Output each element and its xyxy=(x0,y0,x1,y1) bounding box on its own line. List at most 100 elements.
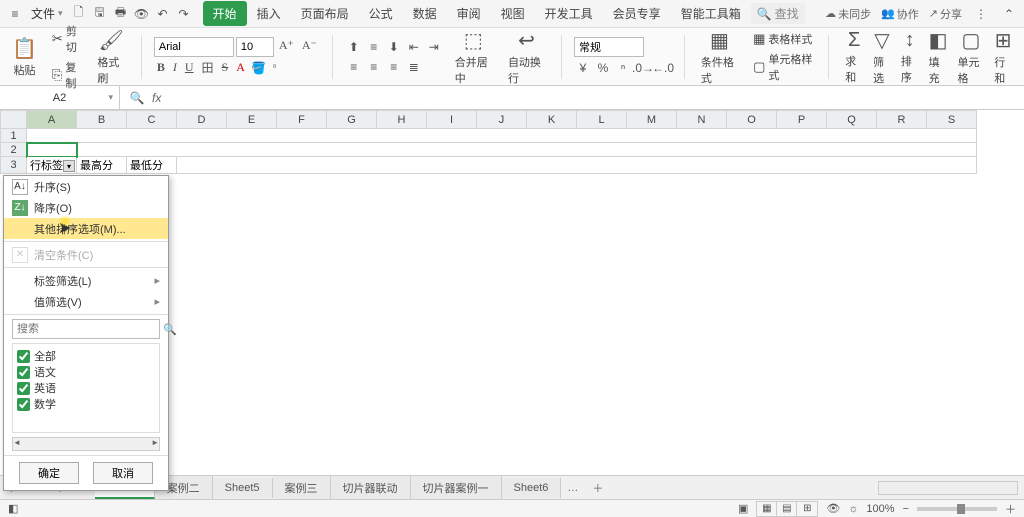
wrap-button[interactable]: ↩自动换行 xyxy=(504,26,549,88)
bold-icon[interactable]: B xyxy=(154,59,168,77)
font-size-input[interactable] xyxy=(236,37,274,57)
font-color-icon[interactable]: A xyxy=(233,59,248,77)
sheet-tab-4[interactable]: 切片器联动 xyxy=(331,476,411,500)
value-filter-item[interactable]: 值筛选(V) ▸ xyxy=(4,291,168,312)
row-header-3[interactable]: 3 xyxy=(1,157,27,174)
sheet-tab-2[interactable]: Sheet5 xyxy=(213,478,273,498)
col-header-c[interactable]: C xyxy=(127,111,177,129)
filter-check-all[interactable]: 全部 xyxy=(17,348,155,364)
sort-asc-item[interactable]: A↓ 升序(S) xyxy=(4,176,168,197)
tab-insert[interactable]: 插入 xyxy=(247,1,291,26)
cell-style-button[interactable]: ▢单元格样式 xyxy=(750,50,816,84)
merge-button[interactable]: ⬚合并居中 xyxy=(451,26,496,88)
format-painter-button[interactable]: 🖌格式刷 xyxy=(93,26,129,88)
sheet-hscroll[interactable] xyxy=(878,481,1018,495)
align-left-icon[interactable]: ≡ xyxy=(345,58,363,76)
cut-button[interactable]: ✂剪切 xyxy=(49,22,85,56)
tab-layout[interactable]: 页面布局 xyxy=(291,1,359,26)
name-box[interactable]: A2 xyxy=(0,86,120,109)
justify-icon[interactable]: ≣ xyxy=(405,58,423,76)
decrease-font-icon[interactable]: A⁻ xyxy=(299,37,320,55)
zoom-label[interactable]: 100% xyxy=(866,503,894,515)
align-bot-icon[interactable]: ⬇ xyxy=(385,38,403,56)
sheet-tab-6[interactable]: Sheet6 xyxy=(502,478,562,498)
more-sort-item[interactable]: 其他排序选项(M)... xyxy=(4,218,168,239)
filter-check-1[interactable]: 英语 xyxy=(17,380,155,396)
comma-icon[interactable]: ⁿ xyxy=(614,59,632,77)
increase-font-icon[interactable]: A⁺ xyxy=(276,37,297,55)
save-icon[interactable]: 🖫 xyxy=(91,5,109,23)
col-header-n[interactable]: N xyxy=(677,111,727,129)
col-header-i[interactable]: I xyxy=(427,111,477,129)
border-icon[interactable]: 田 xyxy=(199,59,217,77)
view-normal-icon[interactable]: ▦ xyxy=(757,502,777,516)
zoom-icon[interactable]: 🔍 xyxy=(128,89,146,107)
col-header-g[interactable]: G xyxy=(327,111,377,129)
sheet-more-right[interactable]: … xyxy=(561,482,584,494)
row-header-2[interactable]: 2 xyxy=(1,143,27,157)
align-mid-icon[interactable]: ≡ xyxy=(365,38,383,56)
view-page-icon[interactable]: ▤ xyxy=(777,502,797,516)
view-break-icon[interactable]: ⊞ xyxy=(797,502,817,516)
sheet-add-button[interactable]: ＋ xyxy=(584,480,611,496)
tab-start[interactable]: 开始 xyxy=(203,1,247,26)
italic-icon[interactable]: I xyxy=(170,59,180,77)
indent-dec-icon[interactable]: ⇤ xyxy=(405,38,423,56)
status-menu-icon[interactable]: ◧ xyxy=(8,502,18,515)
col-header-d[interactable]: D xyxy=(177,111,227,129)
col-header-k[interactable]: K xyxy=(527,111,577,129)
strike-icon[interactable]: S xyxy=(219,59,232,77)
cell-button[interactable]: ▢单元格 xyxy=(954,26,989,88)
filter-search-input[interactable] xyxy=(17,323,159,335)
phonetic-icon[interactable]: ᵃ xyxy=(270,59,279,77)
formula-area[interactable]: 🔍 fx xyxy=(120,89,1024,107)
cell-c3[interactable]: 最低分 xyxy=(127,157,177,174)
undo-icon[interactable]: ↶ xyxy=(154,5,172,23)
zoom-out-icon[interactable]: − xyxy=(903,503,909,515)
font-name-input[interactable] xyxy=(154,37,234,57)
fx-icon[interactable]: fx xyxy=(152,91,161,105)
currency-icon[interactable]: ¥ xyxy=(574,59,592,77)
filter-search[interactable]: 🔍 xyxy=(12,319,160,339)
tab-data[interactable]: 数据 xyxy=(403,1,447,26)
tab-smart[interactable]: 智能工具箱 xyxy=(671,1,751,26)
cell-b3[interactable]: 最高分 xyxy=(77,157,127,174)
filter-dropdown-icon[interactable]: ▾ xyxy=(63,160,75,172)
sum-button[interactable]: Σ求和 xyxy=(841,27,867,87)
col-header-m[interactable]: M xyxy=(627,111,677,129)
tab-dev[interactable]: 开发工具 xyxy=(535,1,603,26)
sheet-tab-5[interactable]: 切片器案例一 xyxy=(411,476,502,500)
sync-status[interactable]: ☁ 未同步 xyxy=(825,6,871,22)
tab-view[interactable]: 视图 xyxy=(491,1,535,26)
filter-hscroll[interactable] xyxy=(12,437,160,451)
tab-formula[interactable]: 公式 xyxy=(359,1,403,26)
new-icon[interactable]: 🗋 xyxy=(70,5,88,23)
tab-review[interactable]: 审阅 xyxy=(447,1,491,26)
sheet-tab-3[interactable]: 案例三 xyxy=(273,476,331,500)
col-header-r[interactable]: R xyxy=(877,111,927,129)
col-header-a[interactable]: A xyxy=(27,111,77,129)
fill-button[interactable]: ◧填充 xyxy=(925,26,952,88)
sort-desc-item[interactable]: Z↓ 降序(O) xyxy=(4,197,168,218)
col-header-q[interactable]: Q xyxy=(827,111,877,129)
col-header-b[interactable]: B xyxy=(77,111,127,129)
label-filter-item[interactable]: 标签筛选(L) ▸ xyxy=(4,270,168,291)
layout-icon-1[interactable]: ▣ xyxy=(738,502,748,515)
sort-button[interactable]: ↕排序 xyxy=(897,27,923,87)
underline-icon[interactable]: U xyxy=(182,59,197,77)
number-format-select[interactable] xyxy=(574,37,644,57)
preview-icon[interactable]: 👁 xyxy=(133,5,151,23)
search-box[interactable]: 🔍 查找 xyxy=(751,3,805,24)
col-header-j[interactable]: J xyxy=(477,111,527,129)
col-header-h[interactable]: H xyxy=(377,111,427,129)
row-header-1[interactable]: 1 xyxy=(1,129,27,143)
cond-format-button[interactable]: ▦条件格式 xyxy=(697,26,742,88)
col-header-l[interactable]: L xyxy=(577,111,627,129)
rowcol-button[interactable]: ⊞行和 xyxy=(990,26,1016,88)
col-header-p[interactable]: P xyxy=(777,111,827,129)
filter-ok-button[interactable]: 确定 xyxy=(19,462,79,484)
filter-check-0[interactable]: 语文 xyxy=(17,364,155,380)
col-header-s[interactable]: S xyxy=(927,111,977,129)
align-right-icon[interactable]: ≡ xyxy=(385,58,403,76)
col-header-e[interactable]: E xyxy=(227,111,277,129)
